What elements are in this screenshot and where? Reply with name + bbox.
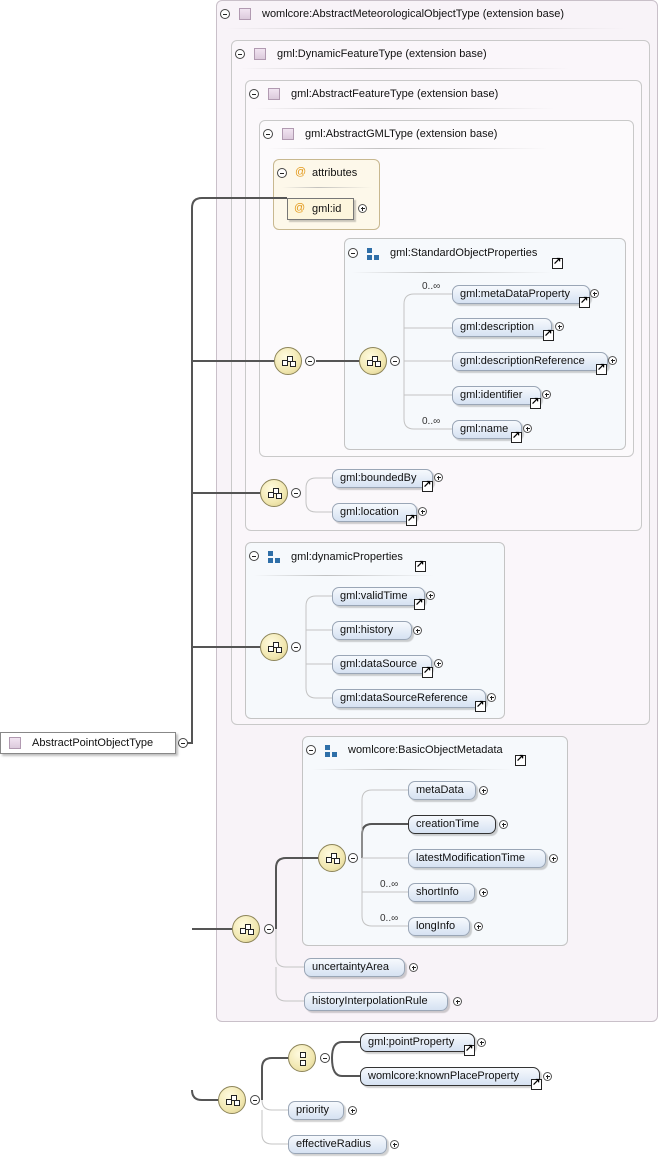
sequence-compositor-icon[interactable] xyxy=(260,633,288,661)
expand-element[interactable] xyxy=(348,1106,357,1115)
expand-element[interactable] xyxy=(434,473,443,482)
reference-link-icon[interactable] xyxy=(530,396,541,409)
expand-element[interactable] xyxy=(487,693,496,702)
expand-element[interactable] xyxy=(523,424,532,433)
sequence-compositor-icon[interactable] xyxy=(318,844,346,872)
expand-element[interactable] xyxy=(426,591,435,600)
expand-element[interactable] xyxy=(390,1140,399,1149)
element-gml-descriptionreference[interactable]: gml:descriptionReference xyxy=(452,352,608,371)
element-gml-boundedby[interactable]: gml:boundedBy xyxy=(332,469,433,488)
collapse-toggle-root[interactable] xyxy=(178,738,188,748)
root-type-label: AbstractPointObjectType xyxy=(32,737,154,749)
collapse-toggle-choice[interactable] xyxy=(320,1053,330,1063)
occurrence-label: 0..∞ xyxy=(380,913,399,924)
element-gml-description[interactable]: gml:description xyxy=(452,318,552,337)
element-historyinterpolationrule[interactable]: historyInterpolationRule xyxy=(304,992,448,1011)
expand-element[interactable] xyxy=(499,820,508,829)
reference-link-icon[interactable] xyxy=(511,430,522,443)
collapse-toggle-sequence[interactable] xyxy=(291,642,301,652)
element-uncertaintyarea[interactable]: uncertaintyArea xyxy=(304,958,405,977)
element-gml-datasourcereference[interactable]: gml:dataSourceReference xyxy=(332,689,486,708)
reference-link-icon[interactable] xyxy=(543,328,554,341)
expand-element[interactable] xyxy=(409,963,418,972)
sequence-compositor-icon[interactable] xyxy=(218,1086,246,1114)
element-gml-datasource[interactable]: gml:dataSource xyxy=(332,655,432,674)
expand-element[interactable] xyxy=(543,1072,552,1081)
expand-element[interactable] xyxy=(477,1038,486,1047)
collapse-toggle-sequence[interactable] xyxy=(264,924,274,934)
reference-link-icon[interactable] xyxy=(531,1077,542,1090)
reference-link-icon[interactable] xyxy=(414,597,425,610)
occurrence-label: 0..∞ xyxy=(380,879,399,890)
reference-link-icon[interactable] xyxy=(596,362,607,375)
expand-element[interactable] xyxy=(590,289,599,298)
choice-compositor-icon[interactable] xyxy=(288,1044,316,1072)
reference-link-icon[interactable] xyxy=(422,665,433,678)
collapse-toggle-sequence[interactable] xyxy=(291,488,301,498)
expand-element[interactable] xyxy=(479,888,488,897)
element-priority[interactable]: priority xyxy=(288,1101,344,1120)
sequence-compositor-icon[interactable] xyxy=(232,915,260,943)
expand-element[interactable] xyxy=(474,922,483,931)
element-creationtime[interactable]: creationTime xyxy=(408,815,496,834)
element-womlcore-knownplaceproperty[interactable]: womlcore:knownPlaceProperty xyxy=(360,1067,540,1086)
collapse-toggle-sequence[interactable] xyxy=(305,356,315,366)
element-shortinfo[interactable]: shortInfo xyxy=(408,883,475,902)
element-metadata[interactable]: metaData xyxy=(408,781,476,800)
element-gml-identifier[interactable]: gml:identifier xyxy=(452,386,541,405)
sequence-compositor-icon[interactable] xyxy=(359,347,387,375)
reference-link-icon[interactable] xyxy=(406,513,417,526)
expand-element[interactable] xyxy=(453,997,462,1006)
collapse-toggle-sequence[interactable] xyxy=(348,853,358,863)
expand-element[interactable] xyxy=(542,390,551,399)
element-gml-validtime[interactable]: gml:validTime xyxy=(332,587,425,606)
reference-link-icon[interactable] xyxy=(475,699,486,712)
element-latestmodificationtime[interactable]: latestModificationTime xyxy=(408,849,546,868)
occurrence-label: 0..∞ xyxy=(422,416,441,427)
expand-element[interactable] xyxy=(608,356,617,365)
occurrence-label: 0..∞ xyxy=(422,281,441,292)
reference-link-icon[interactable] xyxy=(464,1043,475,1056)
sequence-compositor-icon[interactable] xyxy=(260,479,288,507)
reference-link-icon[interactable] xyxy=(579,295,590,308)
element-gml-pointproperty[interactable]: gml:pointProperty xyxy=(360,1033,475,1052)
element-gml-location[interactable]: gml:location xyxy=(332,503,417,522)
connector-lines xyxy=(184,197,452,1145)
expand-element[interactable] xyxy=(418,507,427,516)
sequence-compositor-icon[interactable] xyxy=(274,347,302,375)
element-gml-history[interactable]: gml:history xyxy=(332,621,412,640)
complex-type-icon xyxy=(9,737,21,749)
element-longinfo[interactable]: longInfo xyxy=(408,917,470,936)
collapse-toggle-sequence[interactable] xyxy=(390,356,400,366)
expand-element[interactable] xyxy=(549,854,558,863)
element-gml-metadataproperty[interactable]: gml:metaDataProperty xyxy=(452,285,590,304)
expand-element[interactable] xyxy=(479,786,488,795)
element-effectiveradius[interactable]: effectiveRadius xyxy=(288,1135,387,1154)
expand-element[interactable] xyxy=(434,659,443,668)
expand-element[interactable] xyxy=(555,322,564,331)
reference-link-icon[interactable] xyxy=(422,479,433,492)
expand-element[interactable] xyxy=(413,626,422,635)
collapse-toggle-sequence[interactable] xyxy=(250,1095,260,1105)
